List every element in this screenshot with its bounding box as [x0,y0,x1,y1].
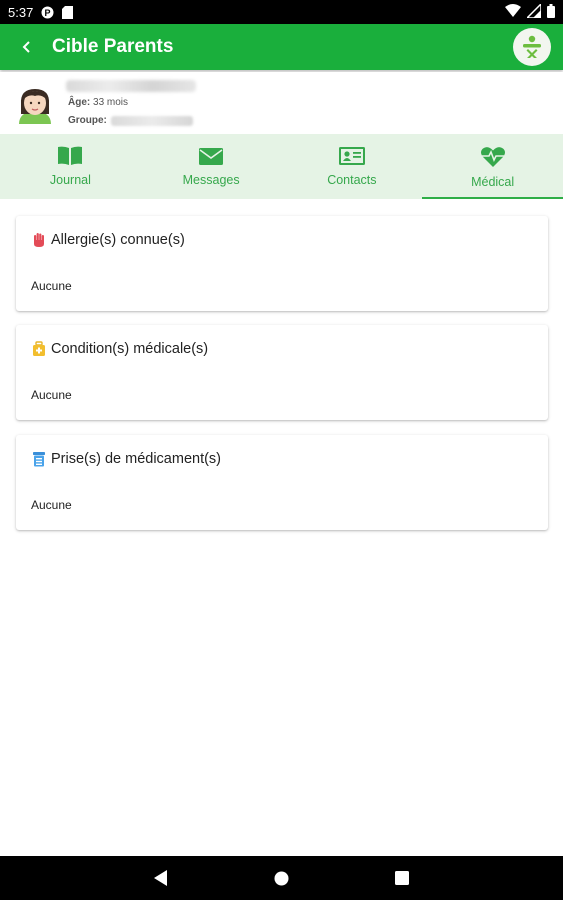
child-header: Âge: 33 mois Groupe: [0,72,563,134]
tab-journal-label: Journal [49,173,91,187]
group-value-redacted [110,115,193,126]
wifi-icon [505,4,521,20]
medical-bag-icon [32,341,46,357]
id-card-icon [338,146,365,169]
tab-messages[interactable]: Messages [141,134,282,199]
book-icon [57,146,83,169]
medications-card: Prise(s) de médicament(s) Aucune [16,435,548,530]
medications-title-text: Prise(s) de médicament(s) [51,451,222,467]
envelope-icon [199,146,224,169]
back-triangle-icon[interactable] [153,869,169,892]
hand-icon [32,232,46,248]
tab-medical[interactable]: Médical [422,134,563,199]
tab-bar: Journal Messages Contacts Médical [0,134,563,199]
app-logo-icon[interactable] [513,28,551,66]
home-circle-icon[interactable] [274,871,289,891]
status-time: 5:37 [8,4,34,20]
tab-journal[interactable]: Journal [0,134,141,199]
allergies-value: Aucune [31,279,72,293]
age-value: 33 mois [93,97,129,108]
recents-square-icon[interactable] [395,871,409,890]
battery-icon [547,3,555,21]
heartbeat-icon [480,146,506,171]
status-bar: 5:37 P [0,0,563,24]
tab-medical-label: Médical [471,175,515,189]
allergies-card: Allergie(s) connue(s) Aucune [16,216,548,311]
tab-messages-label: Messages [182,173,240,187]
allergies-title-text: Allergie(s) connue(s) [51,232,185,248]
sd-card-icon [62,5,74,19]
allergies-card-title: Allergie(s) connue(s) [32,232,185,248]
medical-conditions-value: Aucune [31,388,72,402]
app-title: Cible Parents [52,36,174,57]
back-arrow-icon[interactable] [18,38,36,56]
tab-contacts[interactable]: Contacts [282,134,423,199]
medications-card-title: Prise(s) de médicament(s) [32,451,221,467]
child-avatar [15,84,55,124]
signal-icon [525,1,542,21]
child-group: Groupe: [68,115,193,126]
system-nav-bar [0,856,563,900]
group-label: Groupe: [68,115,107,126]
medical-conditions-title-text: Condition(s) médicale(s) [51,341,209,357]
age-label: Âge: [68,97,91,108]
medical-conditions-card-title: Condition(s) médicale(s) [32,341,208,357]
app-bar: Cible Parents [0,24,563,70]
medications-value: Aucune [31,498,72,512]
notification-p-icon: P [41,6,54,19]
svg-text:P: P [45,8,51,18]
child-age: Âge: 33 mois [68,97,128,108]
pill-bottle-icon [32,451,46,467]
tab-contacts-label: Contacts [327,173,377,187]
child-name-redacted [66,80,196,92]
medical-conditions-card: Condition(s) médicale(s) Aucune [16,325,548,420]
